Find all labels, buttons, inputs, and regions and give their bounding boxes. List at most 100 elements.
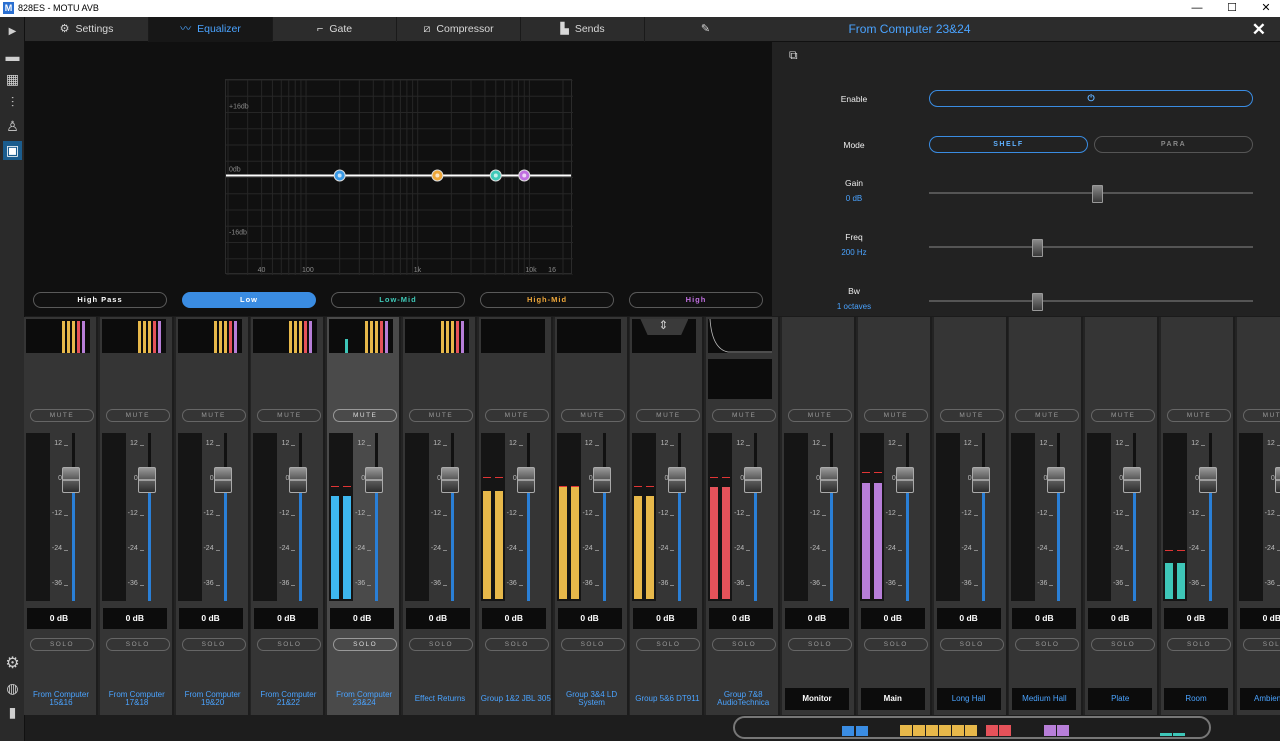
- tab-rename[interactable]: ✎: [645, 17, 772, 42]
- fader-handle[interactable]: [365, 467, 384, 493]
- fader-track[interactable]: [147, 433, 151, 601]
- mute-button[interactable]: MUTE: [560, 409, 625, 422]
- fader-value[interactable]: 0 dB: [1164, 608, 1228, 629]
- fader-value[interactable]: 0 dB: [254, 608, 319, 629]
- fader-track[interactable]: [602, 433, 606, 601]
- mute-button[interactable]: MUTE: [257, 409, 322, 422]
- copy-icon[interactable]: ⧉: [789, 48, 798, 63]
- channel-name[interactable]: From Computer 23&24: [772, 17, 1047, 42]
- mute-button[interactable]: MUTE: [1167, 409, 1231, 422]
- band-low-button[interactable]: Low: [182, 292, 316, 308]
- solo-button[interactable]: SOLO: [939, 638, 1004, 651]
- channel-name-label[interactable]: From Computer 15&16: [24, 688, 98, 710]
- solo-button[interactable]: SOLO: [105, 638, 170, 651]
- mute-button[interactable]: MUTE: [1015, 409, 1080, 422]
- channel-mini-display[interactable]: [329, 319, 394, 353]
- fader-handle[interactable]: [668, 467, 687, 493]
- freq-slider-thumb[interactable]: [1032, 239, 1044, 257]
- solo-button[interactable]: SOLO: [1242, 638, 1280, 651]
- fader-value[interactable]: 0 dB: [102, 608, 167, 629]
- bw-value[interactable]: 1 octaves: [799, 302, 909, 311]
- fader-handle[interactable]: [1199, 467, 1217, 493]
- gain-slider-thumb[interactable]: [1091, 185, 1103, 203]
- mute-button[interactable]: MUTE: [636, 409, 701, 422]
- device-icon[interactable]: ▬: [3, 47, 22, 66]
- fader-handle[interactable]: [137, 467, 156, 493]
- channel-name-label[interactable]: Ambience: [1239, 688, 1280, 710]
- solo-button[interactable]: SOLO: [1167, 638, 1231, 651]
- channel-mini-display[interactable]: [177, 319, 242, 353]
- band-low-mid-button[interactable]: Low-Mid: [331, 292, 465, 308]
- mute-button[interactable]: MUTE: [1091, 409, 1156, 422]
- channel-mini-display-2[interactable]: [708, 359, 773, 399]
- user-mixer-icon[interactable]: ♙: [3, 117, 22, 136]
- tab-gate[interactable]: ⌐ Gate: [273, 17, 397, 42]
- band-high-mid-button[interactable]: High-Mid: [480, 292, 614, 308]
- channel-mini-display[interactable]: [253, 319, 318, 353]
- solo-button[interactable]: SOLO: [333, 638, 398, 651]
- fader-track[interactable]: [905, 433, 909, 601]
- solo-button[interactable]: SOLO: [712, 638, 777, 651]
- channel-mini-display[interactable]: [556, 319, 621, 353]
- mute-button[interactable]: MUTE: [409, 409, 473, 422]
- maximize-button[interactable]: ☐: [1218, 1, 1246, 16]
- fader-value[interactable]: 0 dB: [178, 608, 243, 629]
- mute-button[interactable]: MUTE: [863, 409, 928, 422]
- fader-handle[interactable]: [289, 467, 308, 493]
- settings-gear-icon[interactable]: ⚙: [3, 654, 22, 673]
- fader-track[interactable]: [678, 433, 682, 601]
- fader-value[interactable]: 0 dB: [557, 608, 622, 629]
- fader-handle[interactable]: [895, 467, 914, 493]
- channel-mini-display[interactable]: ⇕: [632, 318, 697, 353]
- solo-button[interactable]: SOLO: [409, 638, 473, 651]
- fader-track[interactable]: [981, 433, 985, 601]
- solo-button[interactable]: SOLO: [484, 638, 549, 651]
- fader-track[interactable]: [754, 433, 758, 601]
- bw-slider-thumb[interactable]: [1032, 293, 1044, 311]
- fader-handle[interactable]: [1123, 467, 1142, 493]
- fader-handle[interactable]: [1274, 467, 1280, 493]
- channel-name-label[interactable]: Group 1&2 JBL 305: [479, 688, 553, 710]
- freq-slider[interactable]: [929, 246, 1253, 248]
- mode-shelf-button[interactable]: SHELF: [929, 136, 1088, 153]
- solo-button[interactable]: SOLO: [257, 638, 322, 651]
- solo-button[interactable]: SOLO: [863, 638, 928, 651]
- fader-value[interactable]: 0 dB: [860, 608, 925, 629]
- tab-compressor[interactable]: ⧄ Compressor: [397, 17, 521, 42]
- channel-name-label[interactable]: Main: [860, 688, 925, 710]
- fader-track[interactable]: [223, 433, 227, 601]
- fader-handle[interactable]: [744, 467, 763, 493]
- fader-handle[interactable]: [1047, 467, 1066, 493]
- fader-handle[interactable]: [213, 467, 232, 493]
- solo-button[interactable]: SOLO: [1015, 638, 1080, 651]
- solo-button[interactable]: SOLO: [181, 638, 246, 651]
- fader-value[interactable]: 0 dB: [785, 608, 849, 629]
- channel-mini-display[interactable]: [405, 319, 469, 353]
- channel-mini-display[interactable]: [480, 319, 545, 353]
- mute-button[interactable]: MUTE: [30, 409, 94, 422]
- fader-track[interactable]: [526, 433, 530, 601]
- fader-value[interactable]: 0 dB: [633, 608, 698, 629]
- channel-name-label[interactable]: Plate: [1088, 688, 1153, 710]
- fader-handle[interactable]: [971, 467, 990, 493]
- fader-track[interactable]: [451, 433, 454, 601]
- channel-name-label[interactable]: Group 3&4 LD System: [555, 688, 629, 710]
- channel-name-label[interactable]: Medium Hall: [1012, 688, 1077, 710]
- fader-track[interactable]: [1133, 433, 1137, 601]
- collapse-arrows-icon[interactable]: ⇕: [658, 318, 668, 332]
- close-window-button[interactable]: ✕: [1252, 1, 1280, 16]
- fader-handle[interactable]: [441, 467, 459, 493]
- minimize-button[interactable]: —: [1183, 1, 1211, 16]
- band-high-button[interactable]: High: [629, 292, 763, 308]
- mute-button[interactable]: MUTE: [484, 409, 549, 422]
- enable-toggle[interactable]: ⏻: [929, 90, 1253, 107]
- mute-button[interactable]: MUTE: [939, 409, 1004, 422]
- fader-value[interactable]: 0 dB: [1239, 608, 1280, 629]
- channel-mini-display[interactable]: [101, 319, 166, 353]
- mute-button[interactable]: MUTE: [105, 409, 170, 422]
- channel-name-label[interactable]: From Computer 23&24: [327, 688, 401, 710]
- mixer-faders-icon[interactable]: ⫶: [3, 93, 22, 112]
- freq-value[interactable]: 200 Hz: [799, 248, 909, 257]
- tab-settings[interactable]: ⚙ Settings: [25, 17, 149, 42]
- fader-track[interactable]: [830, 433, 833, 601]
